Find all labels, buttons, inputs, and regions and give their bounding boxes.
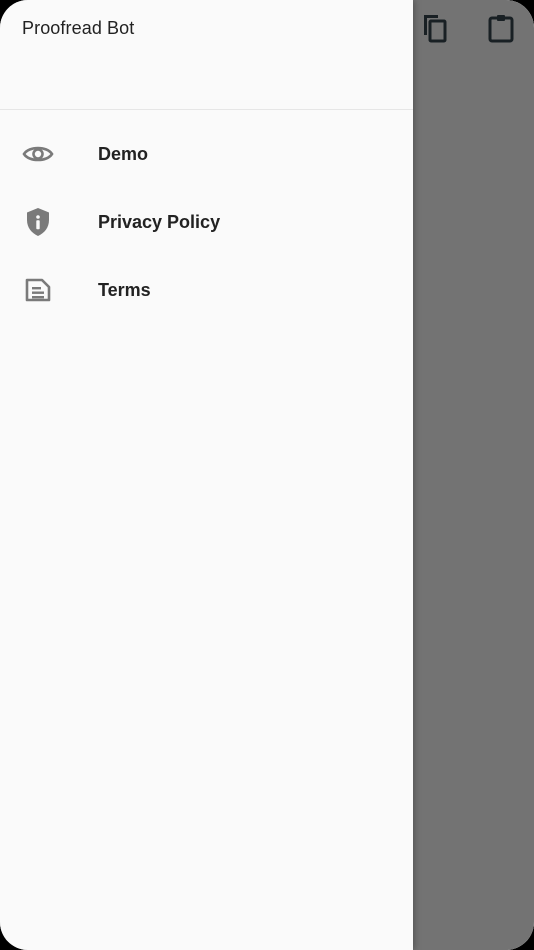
screen: Proofread Bot Demo Privacy Policy Terms [0, 0, 534, 950]
drawer-item-label: Privacy Policy [98, 211, 221, 232]
drawer-item-label: Terms [98, 279, 151, 300]
navigation-drawer: Proofread Bot Demo Privacy Policy Terms [0, 0, 413, 950]
shield-info-icon [22, 206, 54, 238]
drawer-item-privacy-policy[interactable]: Privacy Policy [0, 188, 413, 256]
drawer-item-terms[interactable]: Terms [0, 256, 413, 324]
drawer-menu: Demo Privacy Policy Terms [0, 110, 413, 324]
drawer-item-demo[interactable]: Demo [0, 120, 413, 188]
eye-icon [22, 138, 54, 170]
drawer-title: Proofread Bot [22, 18, 135, 38]
document-icon [22, 274, 54, 306]
drawer-item-label: Demo [98, 143, 149, 164]
drawer-header: Proofread Bot [0, 0, 413, 110]
